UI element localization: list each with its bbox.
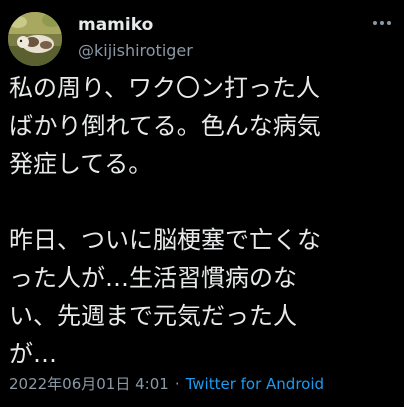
avatar-image [8, 12, 62, 66]
user-info: mamiko @kijishirotiger [78, 14, 394, 62]
tweet: mamiko @kijishirotiger 私の周り、ワク〇ン打った人 ばかり… [0, 0, 404, 407]
tweet-line: 私の周り、ワク〇ン打った人 [9, 74, 321, 102]
tweet-line: が… [9, 340, 57, 368]
tweet-meta: 2022年06月01日 4:01 · Twitter for Android [9, 374, 324, 394]
tweet-text: 私の周り、ワク〇ン打った人 ばかり倒れてる。色んな病気 発症してる。 昨日、つい… [9, 69, 401, 373]
tweet-source-link[interactable]: Twitter for Android [186, 375, 324, 393]
tweet-line: 昨日、ついに脳梗塞で亡くな [9, 226, 321, 254]
tweet-timestamp[interactable]: 2022年06月01日 4:01 [9, 375, 169, 393]
tweet-line: い、先週まで元気だった人 [9, 302, 297, 330]
tweet-line: 発症してる。 [9, 150, 153, 178]
more-options-icon[interactable] [372, 14, 392, 32]
tweet-line: った人が…生活習慣病のな [9, 264, 297, 292]
display-name[interactable]: mamiko [78, 14, 394, 36]
user-handle[interactable]: @kijishirotiger [78, 40, 394, 62]
avatar[interactable] [8, 12, 62, 66]
meta-separator: · [174, 375, 180, 393]
tweet-line: ばかり倒れてる。色んな病気 [9, 112, 321, 140]
